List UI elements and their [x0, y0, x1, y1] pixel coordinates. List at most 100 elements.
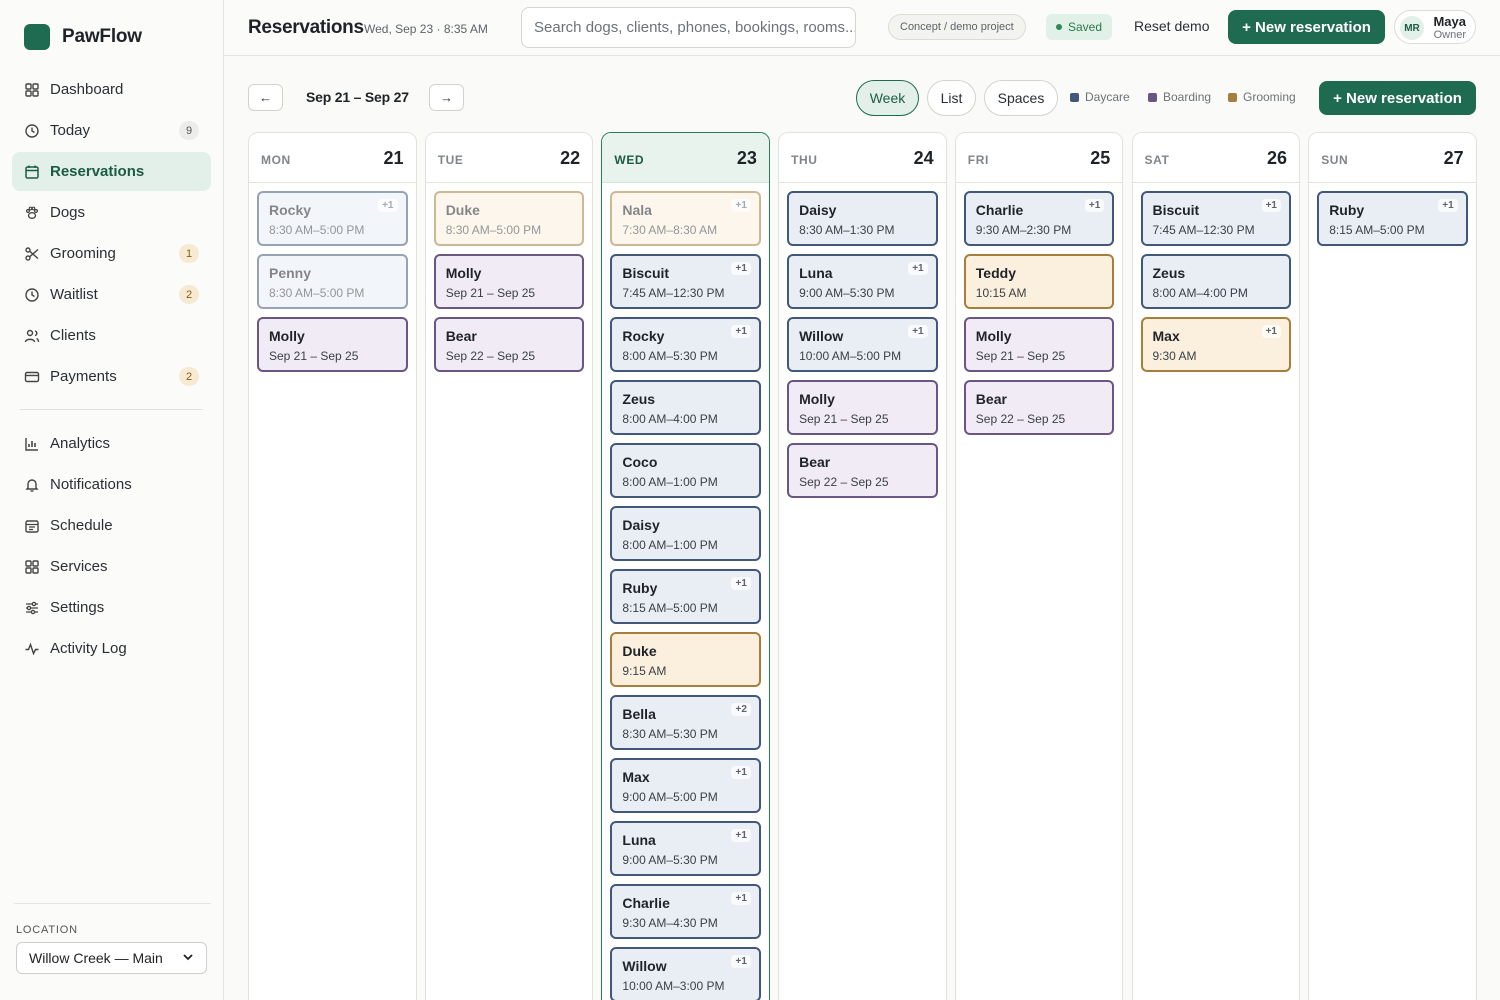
day-column-tue: TUE 22 Duke 8:30 AM–5:00 PM Molly Sep 21 – Se… [424, 132, 594, 1000]
reservation-card[interactable]: Bear Sep 22 – Sep 25 [433, 317, 585, 372]
reservation-card[interactable]: Bear Sep 22 – Sep 25 [787, 443, 938, 498]
saved-status: Saved [1046, 14, 1113, 40]
legend-boarding: Boarding [1148, 90, 1211, 104]
reservation-card[interactable]: Bella 8:30 AM–5:30 PM +2 [610, 695, 761, 750]
reservation-time: 8:30 AM–1:30 PM [799, 223, 895, 237]
event-list: Rocky 8:30 AM–5:00 PM +1 Penny 8:30 AM–5:00 … [257, 191, 408, 380]
sidebar-item-settings[interactable]: Settings [12, 588, 211, 627]
sidebar-item-label: Dogs [50, 204, 86, 221]
sidebar-item-grooming[interactable]: Grooming 1 [12, 234, 211, 273]
reservation-card[interactable]: Duke 9:15 AM [610, 632, 761, 687]
count-badge: 2 [179, 285, 199, 304]
reservation-card[interactable]: Luna 9:00 AM–5:30 PM +1 [610, 821, 761, 876]
reservation-time: 10:00 AM–3:00 PM [622, 979, 725, 993]
sidebar-item-today[interactable]: Today 9 [12, 111, 211, 150]
dog-name: Rocky [269, 202, 312, 218]
reservation-time: 8:30 AM–5:00 PM [269, 286, 365, 300]
sidebar-item-waitlist[interactable]: Waitlist 2 [12, 275, 211, 314]
reservation-card[interactable]: Molly Sep 21 – Sep 25 [257, 317, 408, 372]
legend-label: Boarding [1163, 90, 1212, 104]
reservation-card[interactable]: Max 9:00 AM–5:00 PM +1 [610, 758, 761, 813]
day-header: TUE 22 [425, 133, 593, 183]
user-name: Maya [1433, 14, 1466, 29]
sidebar-item-reservations[interactable]: Reservations [12, 152, 211, 191]
reservation-card[interactable]: Ruby 8:15 AM–5:00 PM +1 [610, 569, 761, 624]
day-name: MON [261, 153, 291, 167]
prev-week-button[interactable]: ← [248, 84, 283, 111]
reservation-card[interactable]: Rocky 8:00 AM–5:30 PM +1 [610, 317, 761, 372]
sidebar-item-services[interactable]: Services [12, 547, 211, 586]
reservation-card[interactable]: Ruby 8:15 AM–5:00 PM +1 [1317, 191, 1468, 246]
reservation-card[interactable]: Biscuit 7:45 AM–12:30 PM +1 [610, 254, 761, 309]
reservation-time: Sep 22 – Sep 25 [975, 412, 1066, 426]
sidebar-item-dogs[interactable]: Dogs [12, 193, 211, 232]
clock-icon [24, 287, 40, 303]
reservation-card[interactable]: Molly Sep 21 – Sep 25 [433, 254, 585, 309]
reservation-time: 9:15 AM [622, 664, 667, 678]
day-header: WED 23 [602, 133, 769, 183]
sidebar-nav: Dashboard Today 9 Reservations Dogs Grooming 1… [12, 70, 211, 670]
reservation-card[interactable]: Coco 8:00 AM–1:00 PM [610, 443, 761, 498]
reservation-card[interactable]: Charlie 9:30 AM–2:30 PM +1 [963, 191, 1115, 246]
sidebar-divider [20, 409, 203, 410]
legend-daycare: Daycare [1070, 90, 1130, 104]
reservation-card[interactable]: Teddy 10:15 AM [963, 254, 1115, 309]
reservation-card[interactable]: Charlie 9:30 AM–4:30 PM +1 [610, 884, 761, 939]
dog-name: Penny [269, 265, 312, 281]
reservation-card[interactable]: Willow 10:00 AM–5:00 PM +1 [787, 317, 938, 372]
view-list-button[interactable]: List [927, 80, 976, 116]
calendar-icon [24, 164, 40, 180]
dog-name: Ruby [622, 580, 658, 596]
count-badge: 9 [179, 121, 199, 140]
sidebar-item-label: Dashboard [50, 81, 124, 98]
grooming-swatch-icon [1228, 92, 1237, 102]
boarding-swatch-icon [1148, 92, 1157, 102]
reservation-card[interactable]: Zeus 8:00 AM–4:00 PM [1140, 254, 1291, 309]
reservation-card[interactable]: Molly Sep 21 – Sep 25 [787, 380, 938, 435]
day-header: SUN 27 [1309, 133, 1476, 183]
next-week-button[interactable]: → [429, 84, 464, 111]
sidebar-item-dashboard[interactable]: Dashboard [12, 70, 211, 109]
reservation-time: 8:00 AM–4:00 PM [622, 412, 718, 426]
location-select[interactable]: Willow Creek — Main [16, 942, 207, 974]
event-list: Charlie 9:30 AM–2:30 PM +1 Teddy 10:15 AM Mol… [963, 191, 1115, 443]
reservation-card[interactable]: Bear Sep 22 – Sep 25 [963, 380, 1115, 435]
reservation-card[interactable]: Duke 8:30 AM–5:00 PM [433, 191, 585, 246]
reservation-card[interactable]: Zeus 8:00 AM–4:00 PM [610, 380, 761, 435]
brand[interactable]: PawFlow [24, 24, 142, 50]
reservation-card[interactable]: Penny 8:30 AM–5:00 PM [257, 254, 408, 309]
new-reservation-button[interactable]: + New reservation [1319, 81, 1476, 115]
day-name: SUN [1321, 153, 1349, 167]
view-week-button[interactable]: Week [856, 80, 919, 116]
new-reservation-button-top[interactable]: + New reservation [1228, 10, 1385, 44]
dog-name: Nala [622, 202, 652, 218]
reservation-time: 7:45 AM–12:30 PM [622, 286, 725, 300]
user-menu[interactable]: MR Maya Owner [1394, 10, 1476, 44]
reservation-time: 8:15 AM–5:00 PM [622, 601, 718, 615]
clock-icon [24, 123, 40, 139]
dog-name: Molly [975, 328, 1012, 344]
reservation-time: 8:15 AM–5:00 PM [1329, 223, 1425, 237]
sidebar-item-analytics[interactable]: Analytics [12, 424, 211, 463]
dog-name: Max [1152, 328, 1180, 344]
day-number: 25 [1090, 148, 1111, 168]
search-input[interactable]: Search dogs, clients, phones, bookings, … [521, 7, 856, 48]
reset-demo-button[interactable]: Reset demo [1134, 18, 1209, 34]
reservation-card[interactable]: Biscuit 7:45 AM–12:30 PM +1 [1140, 191, 1291, 246]
reservation-card[interactable]: Max 9:30 AM +1 [1140, 317, 1291, 372]
sidebar-item-payments[interactable]: Payments 2 [12, 357, 211, 396]
sidebar-item-notifications[interactable]: Notifications [12, 465, 211, 504]
day-column-mon: MON 21 Rocky 8:30 AM–5:00 PM +1 Penny 8:30 AM–… [248, 132, 417, 1000]
view-spaces-button[interactable]: Spaces [984, 80, 1058, 116]
reservation-card[interactable]: Molly Sep 21 – Sep 25 [963, 317, 1115, 372]
reservation-card[interactable]: Nala 7:30 AM–8:30 AM +1 [610, 191, 761, 246]
sidebar-item-activity-log[interactable]: Activity Log [12, 629, 211, 668]
reservation-card[interactable]: Rocky 8:30 AM–5:00 PM +1 [257, 191, 408, 246]
reservation-card[interactable]: Daisy 8:00 AM–1:00 PM [610, 506, 761, 561]
reservation-card[interactable]: Daisy 8:30 AM–1:30 PM [787, 191, 938, 246]
sidebar-item-schedule[interactable]: Schedule [12, 506, 211, 545]
reservation-card[interactable]: Willow 10:00 AM–3:00 PM +1 [610, 947, 761, 1000]
sliders-icon [24, 600, 40, 616]
reservation-card[interactable]: Luna 9:00 AM–5:30 PM +1 [787, 254, 938, 309]
sidebar-item-clients[interactable]: Clients [12, 316, 211, 355]
